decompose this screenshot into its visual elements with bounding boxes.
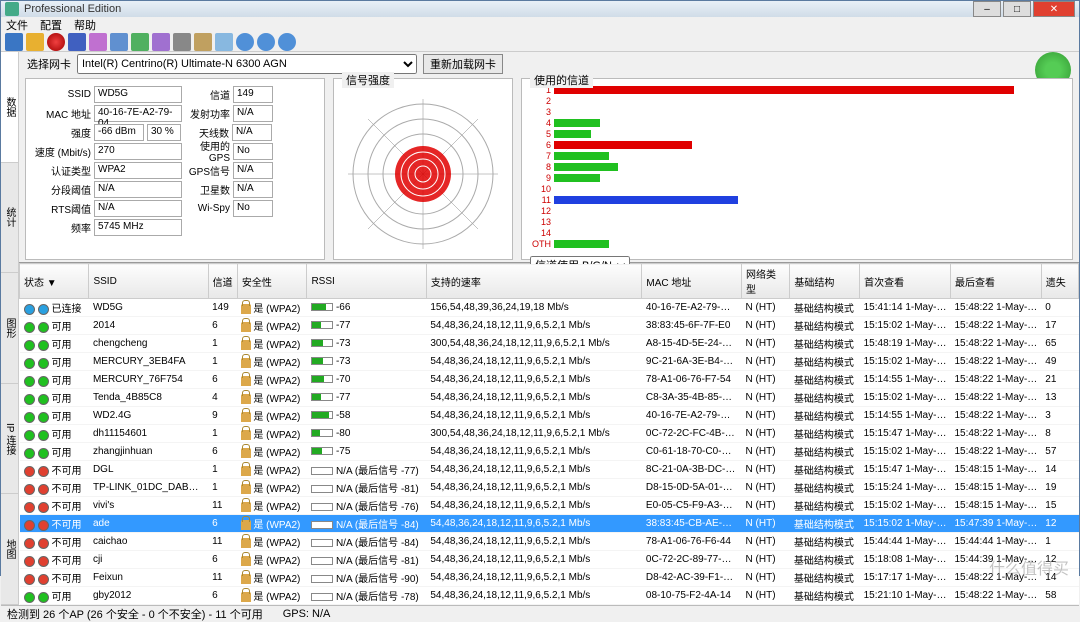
- column-header[interactable]: 支持的速率: [426, 264, 642, 299]
- table-row[interactable]: 不可用TP-LINK_01DC_DAB…1是 (WPA2)N/A (最后信号 -…: [20, 479, 1079, 497]
- column-header[interactable]: 状态 ▼: [20, 264, 89, 299]
- status-summary: 检测到 26 个AP (26 个安全 - 0 个不安全) - 11 个可用: [7, 606, 263, 622]
- lock-icon: [241, 304, 251, 314]
- tab-stats[interactable]: 统计: [1, 163, 18, 274]
- titlebar: Professional Edition – □ ✕: [1, 1, 1079, 17]
- column-header[interactable]: 信道: [208, 264, 237, 299]
- table-row[interactable]: 可用dh111546011是 (WPA2)-80300,54,48,36,24,…: [20, 425, 1079, 443]
- lock-icon: [241, 358, 251, 368]
- lock-icon: [241, 430, 251, 440]
- lock-icon: [241, 448, 251, 458]
- column-header[interactable]: 基础结构: [790, 264, 860, 299]
- app-icon: [5, 2, 19, 16]
- table-row[interactable]: 不可用cji6是 (WPA2)N/A (最后信号 -81)54,48,36,24…: [20, 551, 1079, 569]
- tool4-icon[interactable]: [194, 33, 212, 51]
- table-row[interactable]: 可用MERCURY_3EB4FA1是 (WPA2)-7354,48,36,24,…: [20, 353, 1079, 371]
- column-header[interactable]: 最后查看: [950, 264, 1041, 299]
- lock-icon: [241, 412, 251, 422]
- menu-file[interactable]: 文件: [6, 17, 28, 33]
- table-row[interactable]: 可用chengcheng1是 (WPA2)-73300,54,48,36,24,…: [20, 335, 1079, 353]
- info-icon[interactable]: [236, 33, 254, 51]
- statusbar: 检测到 26 个AP (26 个安全 - 0 个不安全) - 11 个可用 GP…: [1, 605, 1079, 622]
- lock-icon: [241, 556, 251, 566]
- channel-panel: 使用的信道 1234567891011121314OTH 信道使用 B/G/N: [521, 78, 1073, 260]
- table-row[interactable]: 可用20146是 (WPA2)-7754,48,36,24,18,12,11,9…: [20, 317, 1079, 335]
- lock-icon: [241, 340, 251, 350]
- print-icon[interactable]: [173, 33, 191, 51]
- close-button[interactable]: ✕: [1033, 1, 1075, 17]
- open-icon[interactable]: [26, 33, 44, 51]
- table-row[interactable]: 可用WD2.4G9是 (WPA2)-5854,48,36,24,18,12,11…: [20, 407, 1079, 425]
- column-header[interactable]: 遗失: [1041, 264, 1078, 299]
- record-icon[interactable]: [47, 33, 65, 51]
- lock-icon: [241, 376, 251, 386]
- window-title: Professional Edition: [24, 3, 971, 15]
- table-row[interactable]: 已连接WD5G149是 (WPA2)-66156,54,48,39,36,24,…: [20, 299, 1079, 317]
- table-row[interactable]: 不可用ade6是 (WPA2)N/A (最后信号 -84)54,48,36,24…: [20, 515, 1079, 533]
- info-panel: SSIDWD5G信道149MAC 地址40-16-7E-A2-79-04发射功率…: [25, 78, 325, 260]
- tool5-icon[interactable]: [215, 33, 233, 51]
- tool3-icon[interactable]: [152, 33, 170, 51]
- adapter-select[interactable]: Intel(R) Centrino(R) Ultimate-N 6300 AGN: [77, 54, 417, 74]
- column-header[interactable]: MAC 地址: [642, 264, 742, 299]
- table-row[interactable]: 可用MERCURY_76F7546是 (WPA2)-7054,48,36,24,…: [20, 371, 1079, 389]
- reload-adapter-button[interactable]: 重新加载网卡: [423, 54, 503, 74]
- menu-help[interactable]: 帮助: [74, 17, 96, 33]
- tab-ip[interactable]: IP 连接: [1, 384, 18, 495]
- tab-graph[interactable]: 图形: [1, 273, 18, 384]
- table-row[interactable]: 可用zhangjinhuan6是 (WPA2)-7554,48,36,24,18…: [20, 443, 1079, 461]
- stop-icon[interactable]: [68, 33, 86, 51]
- lock-icon: [241, 466, 251, 476]
- adapter-label: 选择网卡: [27, 56, 71, 72]
- channel-title: 使用的信道: [530, 72, 593, 88]
- column-header[interactable]: 安全性: [237, 264, 307, 299]
- table-row[interactable]: 不可用Feixun11是 (WPA2)N/A (最后信号 -90)54,48,3…: [20, 569, 1079, 587]
- lock-icon: [241, 592, 251, 602]
- column-header[interactable]: 首次查看: [860, 264, 951, 299]
- table-row[interactable]: 不可用DGL1是 (WPA2)N/A (最后信号 -77)54,48,36,24…: [20, 461, 1079, 479]
- tab-data[interactable]: 数据: [1, 52, 18, 163]
- network-grid[interactable]: 状态 ▼SSID信道安全性RSSI支持的速率MAC 地址网络类型基础结构首次查看…: [19, 262, 1079, 605]
- lock-icon: [241, 394, 251, 404]
- table-row[interactable]: 不可用vivi's11是 (WPA2)N/A (最后信号 -76)54,48,3…: [20, 497, 1079, 515]
- menubar: 文件 配置 帮助: [1, 17, 1079, 33]
- column-header[interactable]: SSID: [89, 264, 208, 299]
- lock-icon: [241, 322, 251, 332]
- tool2-icon[interactable]: [110, 33, 128, 51]
- signal-panel: 信号强度: [333, 78, 513, 260]
- table-row[interactable]: 可用gby20126是 (WPA2)N/A (最后信号 -78)54,48,36…: [20, 587, 1079, 605]
- lock-icon: [241, 484, 251, 494]
- lock-icon: [241, 538, 251, 548]
- tool1-icon[interactable]: [89, 33, 107, 51]
- maximize-button[interactable]: □: [1003, 1, 1031, 17]
- radar-chart: [348, 99, 498, 249]
- save-icon[interactable]: [5, 33, 23, 51]
- help-icon[interactable]: [278, 33, 296, 51]
- side-tabs: 数据 统计 图形 IP 连接 地图: [1, 52, 19, 605]
- status-gps: GPS: N/A: [283, 608, 331, 620]
- table-row[interactable]: 不可用caichao11是 (WPA2)N/A (最后信号 -84)54,48,…: [20, 533, 1079, 551]
- refresh-icon[interactable]: [131, 33, 149, 51]
- toolbar: [1, 33, 1079, 52]
- lock-icon: [241, 520, 251, 530]
- column-header[interactable]: RSSI: [307, 264, 426, 299]
- menu-config[interactable]: 配置: [40, 17, 62, 33]
- lock-icon: [241, 502, 251, 512]
- column-header[interactable]: 网络类型: [742, 264, 790, 299]
- tab-map[interactable]: 地图: [1, 494, 18, 605]
- signal-title: 信号强度: [342, 72, 394, 88]
- table-row[interactable]: 可用Tenda_4B85C84是 (WPA2)-7754,48,36,24,18…: [20, 389, 1079, 407]
- globe-icon[interactable]: [257, 33, 275, 51]
- minimize-button[interactable]: –: [973, 1, 1001, 17]
